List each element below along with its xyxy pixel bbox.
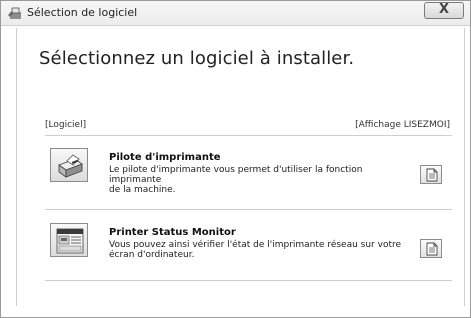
printer-driver-description: Le pilote d'imprimante vous permet d'uti… [109, 165, 409, 195]
window-title: Sélection de logiciel [27, 6, 138, 19]
client-area: Sélectionnez un logiciel à installer. [L… [16, 28, 465, 306]
installer-window: Sélection de logiciel X Sélectionnez un … [0, 0, 471, 318]
readme-section-label: [Affichage LISEZMOI] [355, 120, 450, 130]
document-icon [426, 242, 438, 256]
printer-driver-desc-line1: Le pilote d'imprimante vous permet d'uti… [109, 165, 363, 185]
printer-driver-readme-button[interactable] [420, 165, 442, 184]
page-title: Sélectionnez un logiciel à installer. [39, 48, 355, 69]
status-monitor-description: Vous pouvez ainsi vérifier l'état de l'i… [109, 240, 409, 260]
status-monitor-icon [56, 228, 84, 254]
status-monitor-desc-line1: Vous pouvez ainsi vérifier l'état de l'i… [109, 240, 402, 250]
software-section-label: [Logiciel] [45, 120, 87, 130]
section-header: [Logiciel] [Affichage LISEZMOI] [45, 120, 450, 132]
status-monitor-title: Printer Status Monitor [109, 227, 236, 238]
app-icon [7, 5, 23, 21]
status-monitor-readme-button[interactable] [420, 239, 442, 258]
printer-driver-title: Pilote d'imprimante [109, 152, 221, 163]
title-bar[interactable]: Sélection de logiciel X [1, 1, 470, 26]
close-icon: X [438, 2, 450, 17]
close-button[interactable]: X [424, 2, 464, 19]
software-item-status-monitor: Printer Status Monitor Vous pouvez ainsi… [45, 217, 452, 277]
printer-driver-desc-line2: de la machine. [109, 185, 176, 195]
printer-driver-install-button[interactable] [50, 148, 88, 182]
status-monitor-install-button[interactable] [50, 223, 88, 257]
document-icon [426, 168, 438, 182]
divider [45, 135, 452, 136]
software-item-printer-driver: Pilote d'imprimante Le pilote d'impriman… [45, 142, 452, 202]
divider [45, 280, 452, 281]
printer-icon [58, 154, 83, 178]
divider [45, 209, 452, 210]
status-monitor-desc-line2: écran d'ordinateur. [109, 250, 195, 260]
